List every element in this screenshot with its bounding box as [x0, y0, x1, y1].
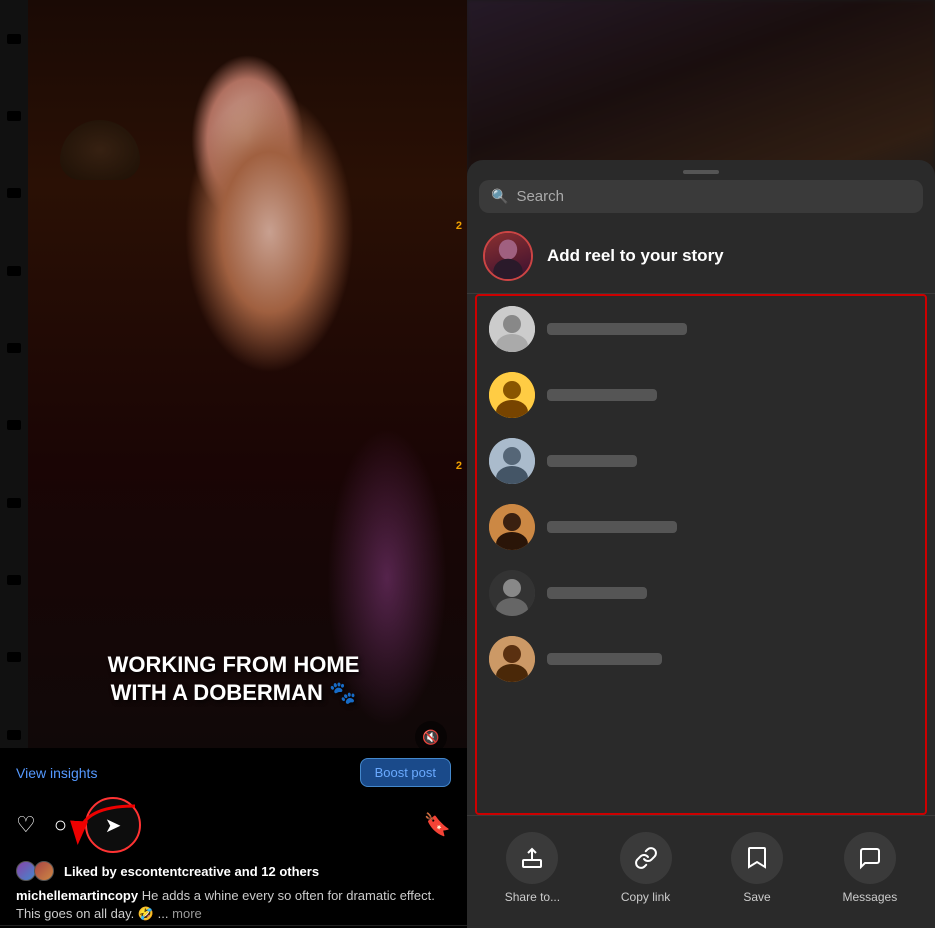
contact-info-6: [547, 653, 913, 665]
save-icon: [731, 832, 783, 884]
view-insights-button[interactable]: View insights: [16, 765, 97, 781]
contact-info-5: [547, 587, 913, 599]
story-avatar-inner: [485, 233, 531, 279]
video-text-line2: WITH A DOBERMAN 🐾: [108, 679, 360, 708]
list-item[interactable]: [477, 362, 925, 428]
save-label: Save: [743, 890, 770, 904]
more-link[interactable]: more: [172, 906, 202, 921]
film-hole: [7, 652, 21, 662]
upload-icon: [520, 846, 544, 870]
bottom-bar: View insights Boost post ♡ ○ ➤ 🔖: [0, 748, 467, 928]
contact-info-4: [547, 521, 913, 533]
video-text-line1: WORKING FROM HOME: [108, 651, 360, 680]
film-hole: [7, 188, 21, 198]
right-panel: 🔍 Search Add reel to your story: [467, 0, 935, 928]
contact-avatar-1: [489, 306, 535, 352]
contact-avatar-5: [489, 570, 535, 616]
caption-row: michellemartincopy He adds a whine every…: [0, 885, 467, 925]
contact-info-2: [547, 389, 913, 401]
sheet-actions: Share to... Copy link Save: [467, 815, 935, 928]
contact-avatar-2: [489, 372, 535, 418]
contact-avatar-6: [489, 636, 535, 682]
search-input[interactable]: Search: [516, 188, 564, 205]
caption-username[interactable]: michellemartincopy: [16, 888, 138, 903]
story-avatar: [483, 231, 533, 281]
list-item[interactable]: [477, 560, 925, 626]
film-hole: [7, 111, 21, 121]
red-arrow-annotation: [60, 801, 140, 861]
contact-photo-5: [489, 570, 535, 616]
left-panel: 2 2 WORKING FROM HOME WITH A DOBERMAN 🐾 …: [0, 0, 467, 928]
contact-name-blur-4: [547, 521, 677, 533]
share-to-button[interactable]: Share to...: [505, 832, 560, 904]
film-hole: [7, 343, 21, 353]
boost-post-button[interactable]: Boost post: [360, 758, 451, 787]
copy-link-icon: [620, 832, 672, 884]
list-item[interactable]: [477, 296, 925, 362]
chat-icon: [858, 846, 882, 870]
film-hole: [7, 575, 21, 585]
share-to-icon: [506, 832, 558, 884]
liker-avatar-1: [16, 861, 36, 881]
contact-info-1: [547, 323, 913, 335]
contact-name-blur-5: [547, 587, 647, 599]
story-person-icon: [485, 231, 531, 281]
add-reel-label: Add reel to your story: [547, 246, 724, 266]
search-icon: 🔍: [491, 188, 508, 205]
contact-photo-1: [489, 306, 535, 352]
action-icons-row: ♡ ○ ➤ 🔖: [0, 793, 467, 857]
copy-link-label: Copy link: [621, 890, 670, 904]
contact-list[interactable]: [475, 294, 927, 815]
copy-link-button[interactable]: Copy link: [620, 832, 672, 904]
list-item[interactable]: [477, 626, 925, 692]
search-bar[interactable]: 🔍 Search: [479, 180, 923, 213]
contact-photo-4: [489, 504, 535, 550]
contact-name-blur-2: [547, 389, 657, 401]
contact-avatar-4: [489, 504, 535, 550]
video-text-overlay: WORKING FROM HOME WITH A DOBERMAN 🐾: [108, 651, 360, 708]
bookmark-icon: [746, 846, 768, 870]
badge-number-top: 2: [456, 220, 462, 232]
add-reel-to-story-button[interactable]: Add reel to your story: [467, 223, 935, 294]
sheet-handle: [683, 170, 719, 174]
list-item[interactable]: [477, 494, 925, 560]
mute-icon: 🔇: [422, 729, 439, 746]
like-button[interactable]: ♡: [16, 812, 36, 838]
share-sheet: 🔍 Search Add reel to your story: [467, 160, 935, 928]
contact-name-blur-1: [547, 323, 687, 335]
film-hole: [7, 498, 21, 508]
likes-username[interactable]: escontentcreative: [120, 864, 231, 879]
link-icon: [634, 846, 658, 870]
likes-others: 12 others: [261, 864, 319, 879]
likes-row: Liked by escontentcreative and 12 others: [0, 857, 467, 885]
film-hole: [7, 266, 21, 276]
contact-photo-2: [489, 372, 535, 418]
film-hole: [7, 420, 21, 430]
badge-number-bottom: 2: [456, 460, 462, 472]
liker-avatar-2: [34, 861, 54, 881]
insights-boost-row: View insights Boost post: [0, 748, 467, 793]
messages-button[interactable]: Messages: [843, 832, 898, 904]
contact-photo-6: [489, 636, 535, 682]
contact-photo-3: [489, 438, 535, 484]
share-to-label: Share to...: [505, 890, 560, 904]
contact-name-blur-3: [547, 455, 637, 467]
list-item[interactable]: [477, 428, 925, 494]
messages-label: Messages: [843, 890, 898, 904]
film-hole: [7, 34, 21, 44]
film-hole: [7, 730, 21, 740]
save-button[interactable]: Save: [731, 832, 783, 904]
messages-icon: [844, 832, 896, 884]
contact-name-blur-6: [547, 653, 662, 665]
likes-text: Liked by escontentcreative and 12 others: [64, 864, 319, 879]
contact-avatar-3: [489, 438, 535, 484]
contact-info-3: [547, 455, 913, 467]
bookmark-button[interactable]: 🔖: [424, 812, 451, 838]
